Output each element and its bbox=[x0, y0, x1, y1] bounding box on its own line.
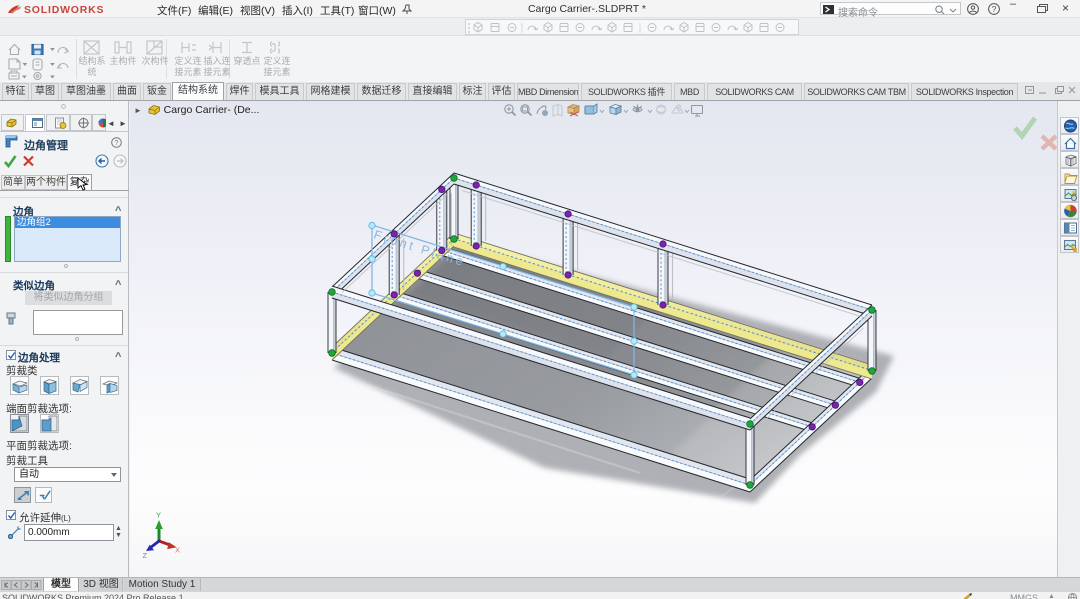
svg-text:X: X bbox=[175, 546, 180, 555]
svg-text:?: ? bbox=[992, 4, 997, 14]
svg-text:Z: Z bbox=[143, 551, 148, 560]
svg-text:SOLIDWORKS: SOLIDWORKS bbox=[24, 4, 104, 16]
svg-text:Y: Y bbox=[156, 511, 161, 520]
svg-text:?: ? bbox=[114, 138, 118, 147]
